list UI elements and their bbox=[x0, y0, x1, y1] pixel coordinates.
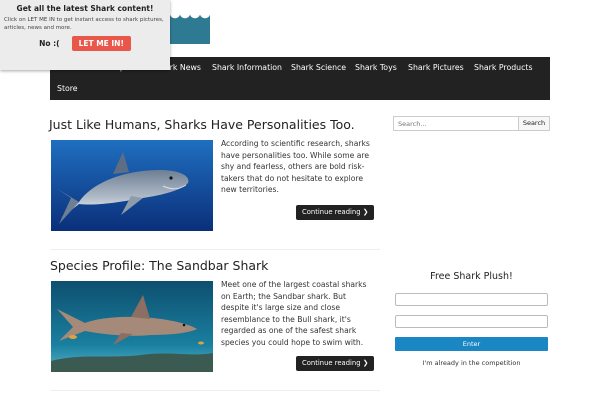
popup-let-me-in-button[interactable]: LET ME IN! bbox=[71, 36, 131, 51]
nav-item-store[interactable]: Store bbox=[57, 84, 78, 94]
name-field[interactable] bbox=[395, 293, 548, 306]
nav-item-shark-products[interactable]: Shark Products bbox=[474, 63, 533, 73]
nav-item-shark-toys[interactable]: Shark Toys bbox=[355, 63, 397, 73]
email-field[interactable] bbox=[395, 315, 548, 328]
post-title[interactable]: Species Profile: The Sandbar Shark bbox=[50, 258, 268, 273]
post-excerpt: Meet one of the largest coastal sharks o… bbox=[221, 280, 367, 347]
popup-actions: No :( LET ME IN! bbox=[4, 36, 166, 51]
post-title[interactable]: Just Like Humans, Sharks Have Personalit… bbox=[49, 117, 355, 132]
popup-no-button[interactable]: No :( bbox=[39, 39, 59, 48]
sandbar-shark-image bbox=[51, 281, 213, 372]
popup-text: Click on LET ME IN to get instant access… bbox=[4, 17, 164, 31]
enter-button[interactable]: Enter bbox=[395, 337, 548, 351]
great-white-shark-image bbox=[51, 140, 213, 231]
search-input[interactable] bbox=[393, 116, 519, 131]
post-divider bbox=[50, 249, 380, 250]
continue-reading-button[interactable]: Continue reading ❯ bbox=[296, 356, 375, 371]
nav-item-shark-information[interactable]: Shark Information bbox=[212, 63, 282, 73]
post-divider bbox=[50, 390, 380, 391]
post-excerpt: According to scientific research, sharks… bbox=[221, 139, 370, 194]
subscribe-popup: Get all the latest Shark content! Click … bbox=[0, 0, 170, 70]
nav-item-shark-pictures[interactable]: Shark Pictures bbox=[408, 63, 464, 73]
popup-title: Get all the latest Shark content! bbox=[16, 4, 154, 13]
continue-reading-button[interactable]: Continue reading ❯ bbox=[296, 205, 375, 220]
post-image-sandbar-shark[interactable] bbox=[51, 281, 213, 372]
post-image-great-white-shark[interactable] bbox=[51, 140, 213, 231]
already-in-competition-link[interactable]: I'm already in the competition bbox=[395, 359, 548, 367]
widget-title: Free Shark Plush! bbox=[430, 271, 513, 282]
search-button[interactable]: Search bbox=[518, 116, 550, 131]
nav-item-shark-science[interactable]: Shark Science bbox=[291, 63, 346, 73]
